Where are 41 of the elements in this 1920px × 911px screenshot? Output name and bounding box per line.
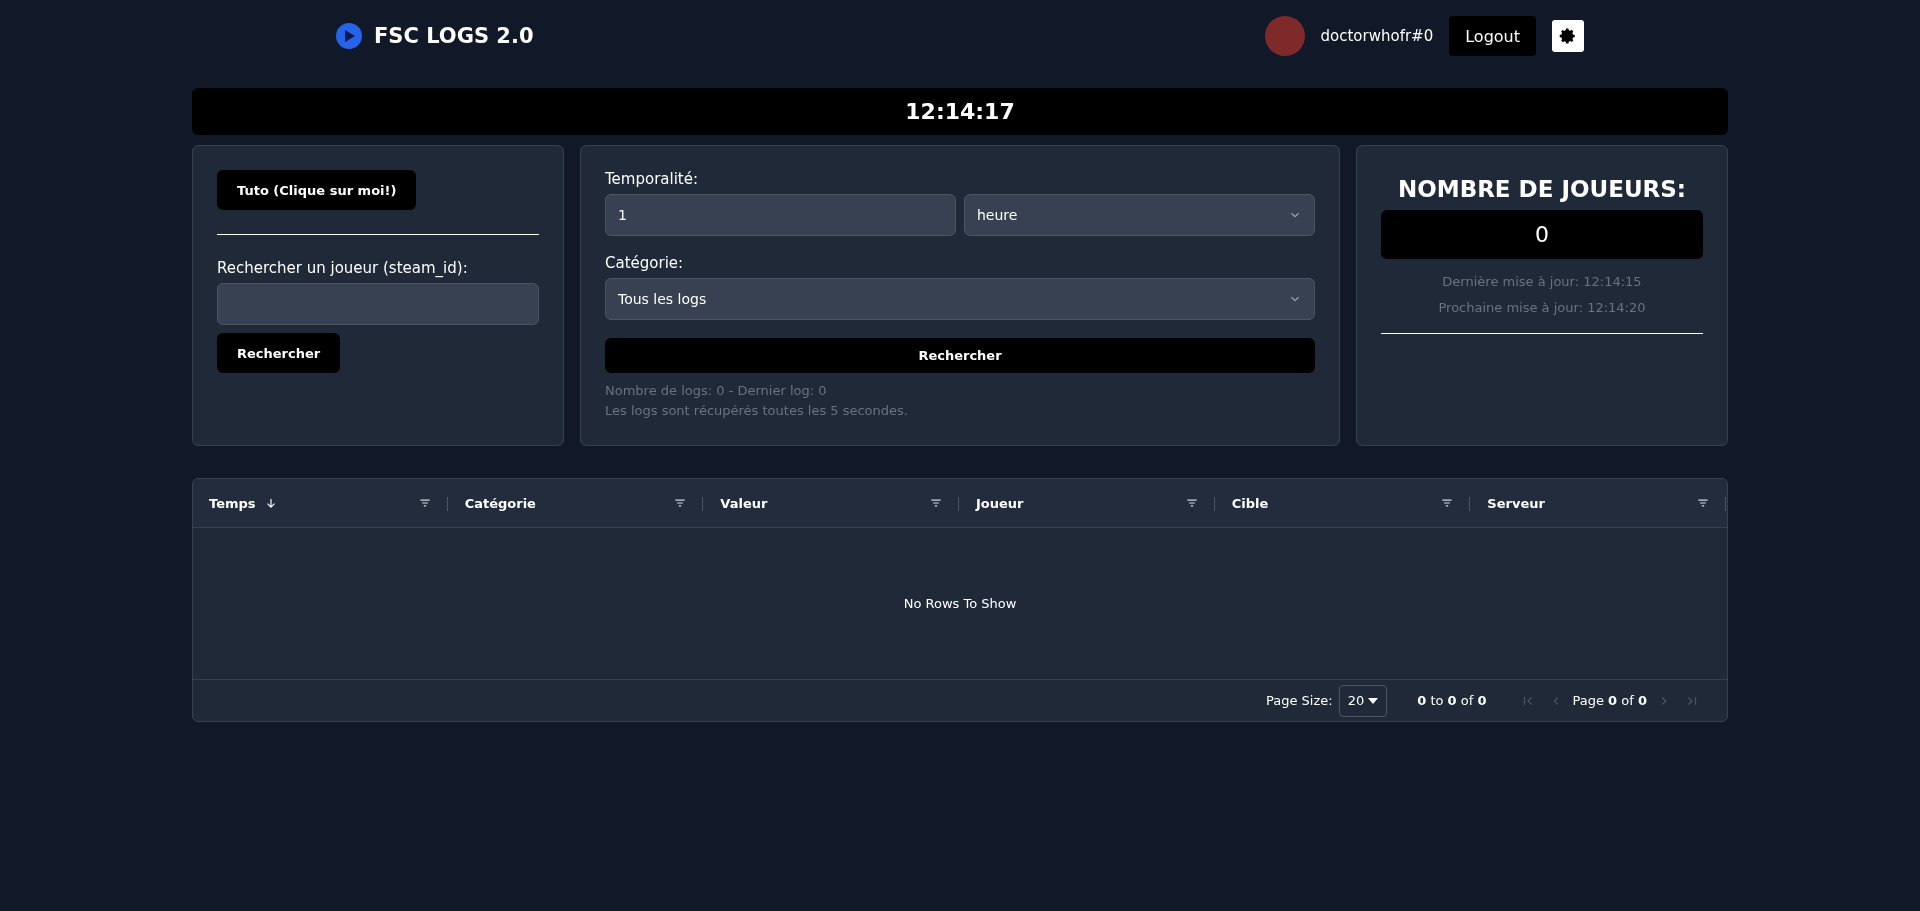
category-label: Catégorie: <box>605 254 685 272</box>
info-text: Les logs sont récupérés toutes les 5 secondes. <box>605 402 909 420</box>
search-label: Rechercher un joueur (steam_id): <box>217 259 469 277</box>
time-label: Temporalité: <box>605 170 699 188</box>
user-avatar <box>1264 16 1305 56</box>
tutorial-button[interactable]: Tuto (Clique sur moi!) <box>217 170 417 210</box>
filter-icon[interactable] <box>1184 496 1199 510</box>
brand-title: FSC LOGS 2.0 <box>374 24 534 48</box>
time-field[interactable]: 1 <box>605 194 956 236</box>
empty-message: No Rows To Show <box>903 596 1017 611</box>
filter-icon[interactable] <box>929 496 943 510</box>
search-button[interactable]: Rechercher <box>605 338 1315 373</box>
players-title: NOMBRE DE JOUEURS: <box>1396 176 1688 202</box>
row-range-text: 0 to 0 of 0 <box>1417 693 1487 708</box>
column-header[interactable]: Valeur <box>720 495 768 511</box>
filter-icon[interactable] <box>1440 496 1455 510</box>
column-header[interactable]: Joueur <box>976 495 1024 511</box>
settings-icon <box>1559 27 1577 45</box>
caret-icon <box>1368 697 1379 704</box>
search-button[interactable]: Rechercher <box>217 333 341 373</box>
column-header[interactable]: Catégorie <box>464 495 536 511</box>
column-header[interactable]: Cible <box>1231 495 1269 511</box>
settings-button[interactable] <box>1552 20 1584 52</box>
logout-button[interactable]: Logout <box>1449 16 1536 56</box>
category-select[interactable]: Tous les logs <box>605 278 1315 320</box>
filter-icon[interactable] <box>417 496 432 510</box>
player-count: 0 <box>1381 210 1703 259</box>
filter-icon[interactable] <box>1696 496 1710 510</box>
unit-select[interactable]: heure <box>964 194 1315 236</box>
steam-id-field[interactable] <box>217 283 539 325</box>
page-indicator: Page 0 of 0 <box>1572 693 1647 708</box>
last-update-text: Dernière mise à jour: 12:14:15 <box>1441 273 1643 291</box>
column-header[interactable]: Temps <box>209 495 278 511</box>
filter-icon[interactable] <box>673 496 688 510</box>
logo-icon <box>336 23 362 49</box>
info-text: Nombre de logs: 0 - Dernier log: 0 <box>605 382 828 400</box>
username: doctorwhofr#0 <box>1320 27 1434 45</box>
column-header[interactable]: Serveur <box>1487 495 1545 511</box>
next-update-text: Prochaine mise à jour: 12:14:20 <box>1437 299 1647 317</box>
page-size-label: Page Size: <box>1266 693 1333 708</box>
clock-display: 12:14:17 <box>192 88 1728 135</box>
